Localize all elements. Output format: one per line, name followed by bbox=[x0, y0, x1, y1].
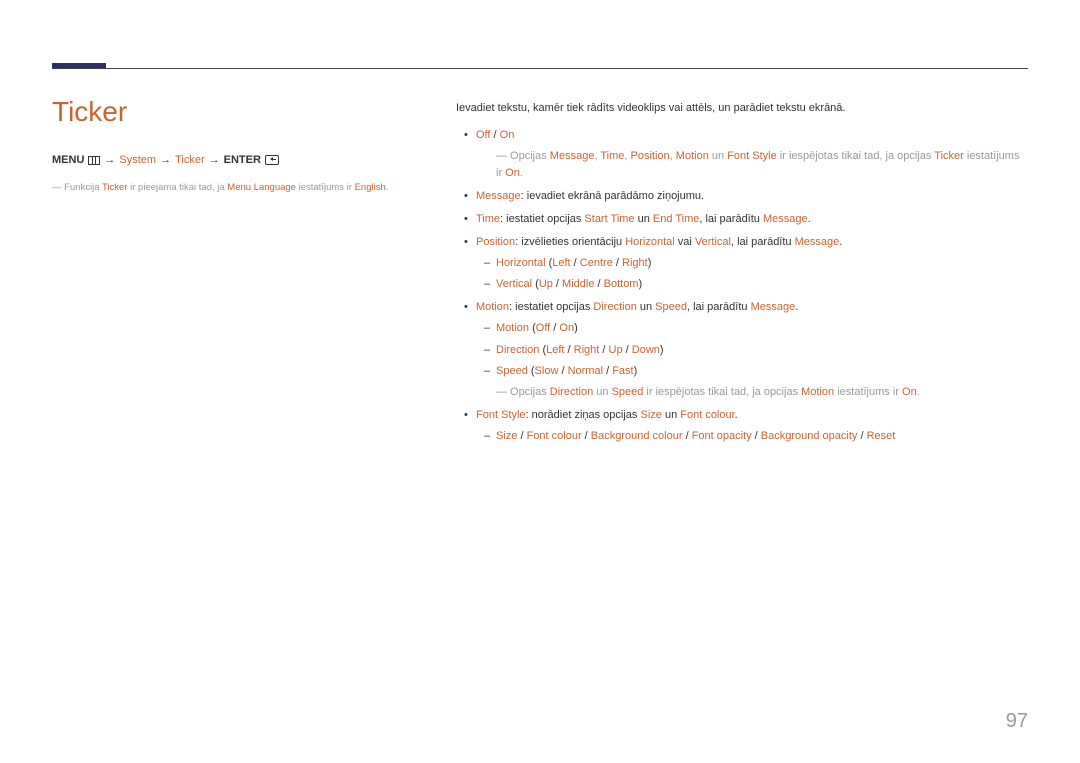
top-list: Off / On ― Opcijas Message, Time, Positi… bbox=[456, 127, 1028, 445]
sublist: Horizontal (Left / Centre / Right) Verti… bbox=[476, 255, 1028, 293]
option-text: : ievadiet ekrānā parādāmo ziņojumu. bbox=[521, 190, 704, 202]
right-column: Ievadiet tekstu, kamēr tiek rādīts video… bbox=[456, 100, 1028, 451]
note-text: iestatījums ir bbox=[296, 182, 355, 193]
sublist: Motion (Off / On) Direction (Left / Righ… bbox=[476, 320, 1028, 379]
note-accent: Menu Language bbox=[227, 182, 296, 193]
note-accent: English bbox=[355, 182, 386, 193]
sublist-item-vertical: Vertical (Up / Middle / Bottom) bbox=[476, 276, 1028, 293]
enter-icon bbox=[265, 155, 279, 165]
sublist-item-motion: Motion (Off / On) bbox=[476, 320, 1028, 337]
note-accent: Ticker bbox=[102, 182, 128, 193]
option-on: On bbox=[500, 129, 515, 141]
page-number: 97 bbox=[1006, 710, 1028, 733]
divider bbox=[52, 68, 1028, 69]
sublist: Size / Font colour / Background colour /… bbox=[476, 428, 1028, 445]
sublist-item-font-options: Size / Font colour / Background colour /… bbox=[476, 428, 1028, 445]
breadcrumb: MENU → System → Ticker → ENTER bbox=[52, 152, 412, 169]
sublist-item-horizontal: Horizontal (Left / Centre / Right) bbox=[476, 255, 1028, 272]
list-item-position: Position: izvēlieties orientāciju Horizo… bbox=[456, 234, 1028, 293]
sublist-item-speed: Speed (Slow / Normal / Fast) bbox=[476, 363, 1028, 380]
option-label: Position bbox=[476, 236, 515, 248]
menu-icon bbox=[88, 156, 100, 165]
note-text: ― Funkcija bbox=[52, 182, 102, 193]
slash: / bbox=[490, 129, 499, 141]
breadcrumb-system: System bbox=[119, 152, 156, 169]
left-note: ― Funkcija Ticker ir pieejama tikai tad,… bbox=[52, 181, 412, 195]
note-motion-on: ― Opcijas Direction un Speed ir iespējot… bbox=[476, 384, 1028, 401]
option-label: Time bbox=[476, 213, 500, 225]
note-enabled-ticker: ― Opcijas Message, Time, Position, Motio… bbox=[476, 148, 1028, 182]
option-label: Motion bbox=[476, 301, 509, 313]
breadcrumb-menu: MENU bbox=[52, 152, 84, 169]
list-item-off-on: Off / On ― Opcijas Message, Time, Positi… bbox=[456, 127, 1028, 182]
arrow-icon: → bbox=[104, 152, 115, 169]
list-item-message: Message: ievadiet ekrānā parādāmo ziņoju… bbox=[456, 188, 1028, 205]
option-off: Off bbox=[476, 129, 490, 141]
intro-text: Ievadiet tekstu, kamēr tiek rādīts video… bbox=[456, 100, 1028, 117]
arrow-icon: → bbox=[209, 152, 220, 169]
list-item-motion: Motion: iestatiet opcijas Direction un S… bbox=[456, 299, 1028, 400]
left-column: MENU → System → Ticker → ENTER ― Funkcij… bbox=[52, 152, 412, 195]
list-item-font-style: Font Style: norādiet ziņas opcijas Size … bbox=[456, 407, 1028, 445]
sublist-item-direction: Direction (Left / Right / Up / Down) bbox=[476, 342, 1028, 359]
list-item-time: Time: iestatiet opcijas Start Time un En… bbox=[456, 211, 1028, 228]
breadcrumb-ticker: Ticker bbox=[175, 152, 205, 169]
breadcrumb-enter: ENTER bbox=[224, 152, 261, 169]
option-label: Message bbox=[476, 190, 521, 202]
option-label: Font Style bbox=[476, 409, 526, 421]
page-title: Ticker bbox=[52, 96, 127, 128]
note-text: ir pieejama tikai tad, ja bbox=[128, 182, 228, 193]
arrow-icon: → bbox=[160, 152, 171, 169]
note-text: . bbox=[386, 182, 389, 193]
